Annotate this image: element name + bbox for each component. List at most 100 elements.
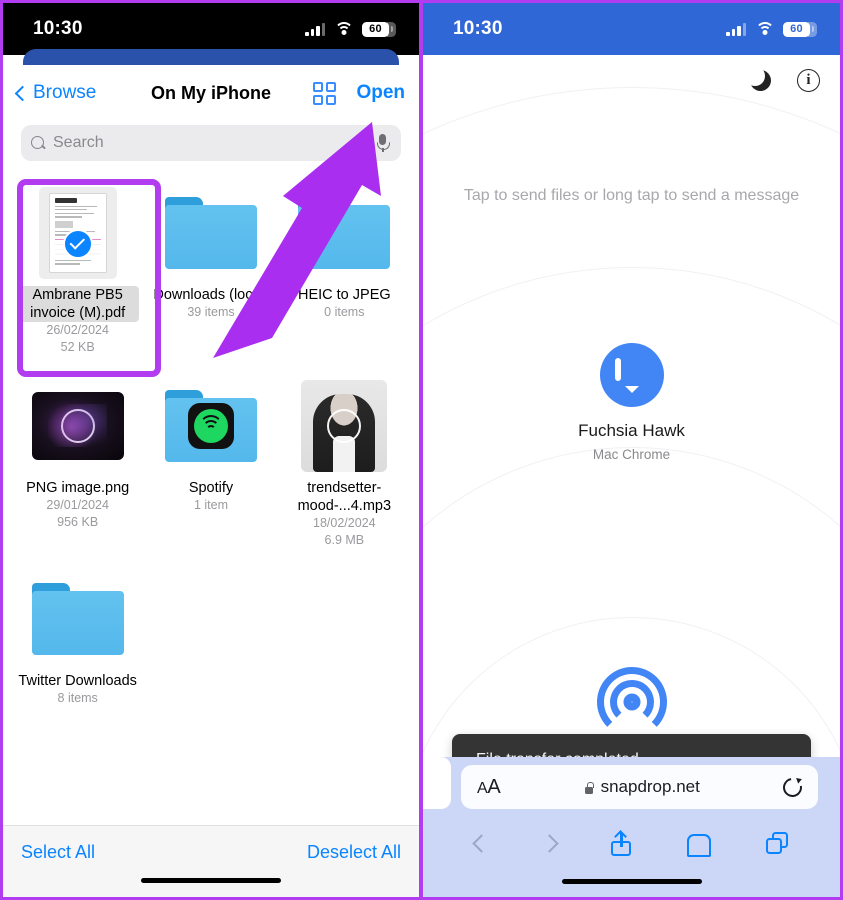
folder-icon bbox=[164, 389, 257, 462]
info-icon[interactable]: i bbox=[797, 69, 820, 92]
right-status-bar: 10:30 60 bbox=[423, 3, 840, 55]
battery-icon: 60 bbox=[362, 21, 396, 37]
file-name: HEIC to JPEG bbox=[297, 287, 391, 303]
file-name: Ambrane PB5 invoice (M).pdf bbox=[16, 286, 139, 322]
file-thumbnail bbox=[30, 378, 125, 473]
file-item-count: 1 item bbox=[193, 498, 229, 512]
safari-toolbar bbox=[423, 819, 840, 867]
file-item-spotify[interactable]: Spotify 1 item bbox=[144, 370, 277, 559]
file-thumbnail bbox=[297, 185, 392, 280]
status-time: 10:30 bbox=[33, 18, 83, 39]
battery-level: 60 bbox=[369, 22, 382, 35]
desktop-monitor-icon bbox=[599, 343, 664, 407]
files-picker-sheet: Browse On My iPhone Open Search Ambrane … bbox=[3, 65, 419, 897]
folder-icon bbox=[164, 196, 257, 269]
lock-icon bbox=[584, 781, 595, 794]
file-item-pdf[interactable]: Ambrane PB5 invoice (M).pdf 26/02/2024 5… bbox=[11, 177, 144, 366]
reload-icon[interactable] bbox=[783, 778, 802, 797]
battery-icon: 60 bbox=[783, 21, 817, 37]
select-all-button[interactable]: Select All bbox=[21, 842, 95, 863]
selected-checkmark-icon bbox=[62, 228, 93, 259]
url-text: snapdrop.net bbox=[600, 777, 700, 796]
chevron-left-icon[interactable] bbox=[471, 833, 491, 853]
address-bar[interactable]: AA snapdrop.net bbox=[461, 765, 818, 809]
file-thumbnail bbox=[30, 571, 125, 666]
file-item-count: 0 items bbox=[324, 305, 365, 319]
file-thumbnail bbox=[297, 378, 392, 473]
file-name: PNG image.png bbox=[26, 480, 130, 496]
file-name: Spotify bbox=[188, 480, 234, 496]
share-icon[interactable] bbox=[611, 831, 632, 856]
file-item-downloads[interactable]: Downloads (local) 39 items bbox=[144, 177, 277, 366]
snapdrop-page: i Tap to send files or long tap to send … bbox=[423, 55, 840, 897]
file-item-png-image[interactable]: PNG image.png 29/01/2024 956 KB bbox=[11, 370, 144, 559]
deselect-all-button[interactable]: Deselect All bbox=[307, 842, 401, 863]
right-phone-panel: 10:30 60 i Tap to send files or long tap… bbox=[421, 0, 843, 900]
file-size: 956 KB bbox=[57, 515, 99, 529]
image-preview-icon bbox=[31, 391, 124, 460]
snapdrop-radar-icon bbox=[595, 665, 669, 739]
peer-device-name: Fuchsia Hawk bbox=[578, 421, 685, 440]
file-thumbnail bbox=[163, 378, 258, 473]
file-date: 29/01/2024 bbox=[46, 498, 109, 512]
peer-device[interactable]: Fuchsia Hawk Mac Chrome bbox=[423, 343, 840, 462]
status-time: 10:30 bbox=[453, 18, 503, 39]
file-item-count: 39 items bbox=[187, 305, 235, 319]
battery-level: 60 bbox=[790, 22, 803, 35]
search-icon bbox=[31, 136, 45, 150]
search-placeholder: Search bbox=[53, 134, 104, 151]
send-hint-text: Tap to send files or long tap to send a … bbox=[463, 187, 800, 204]
cellular-signal-icon bbox=[726, 22, 746, 36]
peer-device-subtitle: Mac Chrome bbox=[592, 447, 671, 462]
folder-icon bbox=[31, 582, 124, 655]
microphone-icon[interactable] bbox=[376, 133, 390, 153]
safari-bottom-bar: AA snapdrop.net bbox=[423, 757, 840, 897]
loading-ring-icon bbox=[60, 408, 95, 443]
grid-view-icon[interactable] bbox=[313, 81, 337, 105]
open-button[interactable]: Open bbox=[356, 82, 405, 104]
spotify-icon bbox=[187, 402, 234, 449]
text-size-button[interactable]: AA bbox=[477, 776, 501, 799]
home-indicator bbox=[141, 877, 281, 883]
wifi-icon bbox=[755, 22, 774, 36]
file-item-twitter-downloads[interactable]: Twitter Downloads 8 items bbox=[11, 563, 144, 717]
audio-artwork-icon bbox=[301, 379, 388, 472]
file-item-audio[interactable]: trendsetter-mood-...4.mp3 18/02/2024 6.9… bbox=[278, 370, 411, 559]
adjacent-tab-edge[interactable] bbox=[423, 757, 451, 809]
file-grid: Ambrane PB5 invoice (M).pdf 26/02/2024 5… bbox=[3, 171, 419, 825]
file-date: 26/02/2024 bbox=[46, 323, 109, 337]
screenshot-root: 10:30 60 Browse On My iPhone Open Search… bbox=[0, 0, 843, 900]
file-item-heic-to-jpeg[interactable]: HEIC to JPEG 0 items bbox=[278, 177, 411, 366]
nav-actions: Open bbox=[313, 81, 405, 105]
wifi-icon bbox=[334, 22, 353, 36]
snapdrop-header-actions: i bbox=[745, 66, 820, 92]
tabs-icon[interactable] bbox=[766, 832, 789, 854]
folder-icon bbox=[298, 196, 391, 269]
book-icon[interactable] bbox=[686, 833, 711, 857]
moon-icon[interactable] bbox=[745, 66, 771, 91]
file-name: Twitter Downloads bbox=[18, 673, 137, 689]
file-name: Downloads (local) bbox=[153, 287, 269, 303]
url-display: snapdrop.net bbox=[500, 777, 783, 797]
file-thumbnail bbox=[163, 185, 258, 280]
back-to-browse-button[interactable]: Browse bbox=[14, 82, 97, 104]
status-indicators: 60 bbox=[726, 21, 817, 37]
files-nav-bar: Browse On My iPhone Open bbox=[3, 65, 419, 121]
file-item-count: 8 items bbox=[57, 691, 98, 705]
home-indicator bbox=[561, 878, 702, 884]
file-size: 52 KB bbox=[60, 340, 95, 354]
chevron-right-icon[interactable] bbox=[540, 833, 559, 853]
file-size: 6.9 MB bbox=[324, 533, 365, 547]
file-thumbnail bbox=[30, 185, 125, 280]
search-input[interactable]: Search bbox=[21, 125, 401, 161]
file-date: 18/02/2024 bbox=[313, 516, 376, 530]
loading-ring-icon bbox=[327, 408, 362, 443]
files-bottom-toolbar: Select All Deselect All bbox=[3, 825, 419, 897]
status-indicators: 60 bbox=[305, 21, 396, 37]
cellular-signal-icon bbox=[305, 22, 325, 36]
pdf-preview-icon bbox=[38, 186, 117, 279]
back-label: Browse bbox=[33, 82, 97, 103]
chevron-left-icon bbox=[14, 85, 31, 101]
left-status-bar: 10:30 60 bbox=[3, 3, 419, 55]
search-container: Search bbox=[3, 121, 419, 171]
